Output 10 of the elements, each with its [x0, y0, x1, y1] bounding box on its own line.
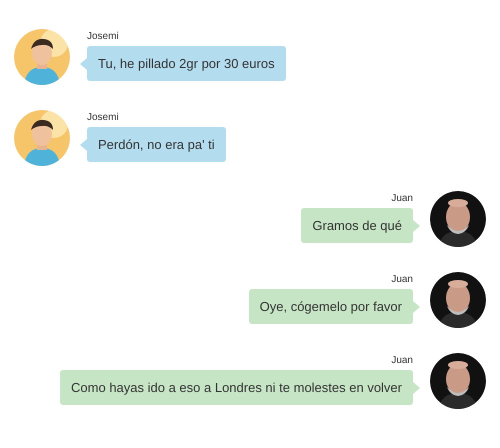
sender-name: Juan — [391, 193, 413, 205]
bubble-tail — [413, 382, 420, 394]
sender-name: Juan — [391, 274, 413, 286]
sender-name: Josemi — [87, 112, 119, 124]
sender-name: Josemi — [87, 31, 119, 43]
bubble-tail — [413, 301, 420, 313]
bubble-tail — [413, 220, 420, 232]
bubble-tail — [80, 139, 87, 151]
sender-name: Juan — [391, 355, 413, 367]
bubble-tail — [80, 58, 87, 70]
